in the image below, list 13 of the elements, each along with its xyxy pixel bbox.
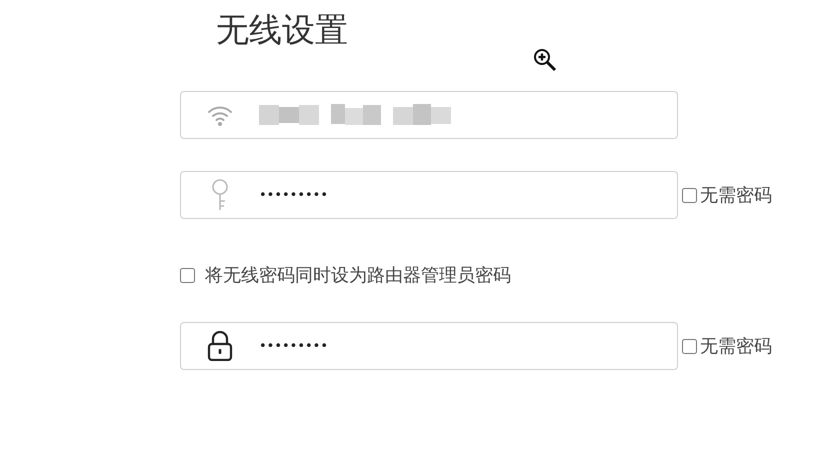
zoom-in-cursor-icon	[533, 48, 559, 74]
page-title: 无线设置	[216, 9, 348, 51]
checkbox[interactable]	[682, 188, 697, 202]
lock-icon	[207, 331, 233, 361]
checkbox[interactable]	[682, 338, 697, 354]
checkbox-label: 将无线密码同时设为路由器管理员密码	[205, 264, 511, 287]
password-field[interactable]: •••••••••	[180, 171, 678, 219]
checkbox-label: 无需密码	[700, 184, 772, 207]
checkbox[interactable]	[180, 268, 195, 282]
network-name-field[interactable]	[180, 91, 678, 139]
password-field[interactable]: •••••••••	[180, 322, 678, 370]
checkbox-label: 无需密码	[700, 335, 772, 358]
key-icon	[211, 179, 229, 211]
